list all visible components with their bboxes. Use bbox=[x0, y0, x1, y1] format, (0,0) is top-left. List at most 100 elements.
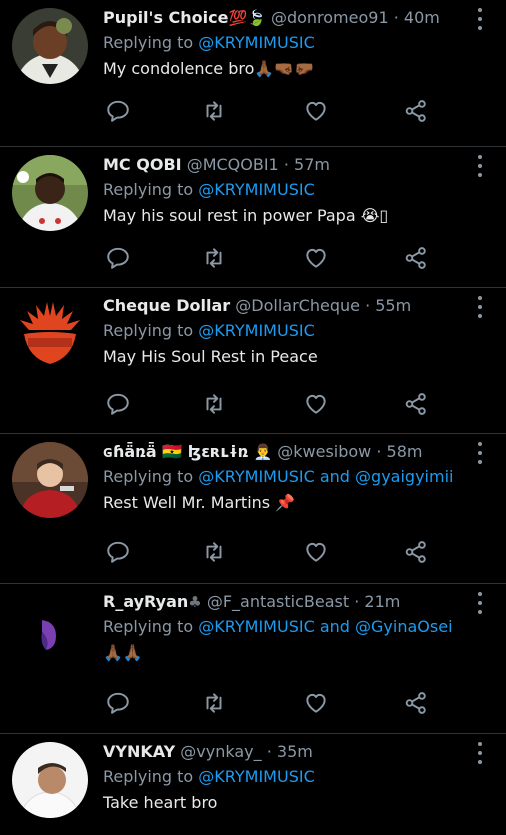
tweet-actions bbox=[103, 245, 446, 273]
display-name[interactable]: ɢɦǟռǟ 🇬🇭 ɮɛʀʟɨռ bbox=[103, 442, 248, 461]
timestamp[interactable]: 35m bbox=[277, 742, 313, 761]
tweet[interactable]: Pupil's Choice💯🍃 @donromeo91 · 40m Reply… bbox=[0, 0, 506, 147]
share-icon[interactable] bbox=[403, 690, 431, 718]
user-handle[interactable]: @vynkay_ bbox=[180, 742, 261, 761]
avatar[interactable] bbox=[12, 442, 88, 518]
mention-link[interactable]: @KRYMIMUSIC bbox=[198, 180, 314, 199]
retweet-icon[interactable] bbox=[201, 245, 229, 273]
like-icon[interactable] bbox=[303, 245, 331, 273]
avatar[interactable] bbox=[12, 742, 88, 818]
tweet-actions bbox=[103, 98, 446, 126]
timestamp[interactable]: 40m bbox=[404, 8, 440, 27]
display-name[interactable]: R_ayRyan bbox=[103, 592, 188, 611]
separator-dot: · bbox=[376, 442, 382, 461]
replying-to-line: Replying to @KRYMIMUSIC and @GyinaOsei bbox=[103, 614, 466, 640]
name-emoji: ♣ bbox=[188, 593, 202, 611]
timestamp[interactable]: 55m bbox=[375, 296, 411, 315]
mention-link[interactable]: @KRYMIMUSIC bbox=[198, 33, 314, 52]
tweet-content: MC QOBI @MCQOBI1 · 57m Replying to @KRYM… bbox=[103, 153, 466, 229]
timestamp[interactable]: 57m bbox=[294, 155, 330, 174]
avatar[interactable] bbox=[12, 296, 88, 372]
display-name[interactable]: MC QOBI bbox=[103, 155, 182, 174]
more-icon[interactable] bbox=[472, 8, 488, 30]
tweet[interactable]: MC QOBI @MCQOBI1 · 57m Replying to @KRYM… bbox=[0, 147, 506, 288]
tweet-text: Take heart bro bbox=[103, 793, 218, 812]
replying-to-label: Replying to bbox=[103, 321, 199, 340]
like-icon[interactable] bbox=[303, 98, 331, 126]
display-name[interactable]: VYNKAY bbox=[103, 742, 175, 761]
user-handle[interactable]: @MCQOBI1 bbox=[187, 155, 279, 174]
like-icon[interactable] bbox=[303, 690, 331, 718]
tweet[interactable]: VYNKAY @vynkay_ · 35m Replying to @KRYMI… bbox=[0, 734, 506, 835]
share-icon[interactable] bbox=[403, 539, 431, 567]
tweet-text: My condolence bro🙏🏾🤜🏾🤛🏾 bbox=[103, 59, 315, 78]
avatar[interactable] bbox=[12, 155, 88, 231]
name-emoji: 👨‍💼 bbox=[253, 443, 273, 461]
separator-dot: · bbox=[354, 592, 360, 611]
more-icon[interactable] bbox=[472, 155, 488, 177]
timestamp[interactable]: 21m bbox=[364, 592, 400, 611]
mention-link[interactable]: @KRYMIMUSIC bbox=[198, 617, 314, 636]
separator-dot: · bbox=[393, 8, 399, 27]
retweet-icon[interactable] bbox=[201, 391, 229, 419]
tweet[interactable]: ɢɦǟռǟ 🇬🇭 ɮɛʀʟɨռ 👨‍💼 @kwesibow · 58m Repl… bbox=[0, 434, 506, 584]
more-icon[interactable] bbox=[472, 442, 488, 464]
tweet-text: May his soul rest in power Papa 😭▯ bbox=[103, 206, 389, 225]
reply-icon[interactable] bbox=[105, 391, 133, 419]
replying-to-line: Replying to @KRYMIMUSIC bbox=[103, 318, 466, 344]
tweet[interactable]: R_ayRyan♣ @F_antasticBeast · 21m Replyin… bbox=[0, 584, 506, 734]
more-icon[interactable] bbox=[472, 742, 488, 764]
more-icon[interactable] bbox=[472, 296, 488, 318]
replying-to-line: Replying to @KRYMIMUSIC bbox=[103, 30, 466, 56]
separator-dot: · bbox=[266, 742, 272, 761]
display-name[interactable]: Pupil's Choice bbox=[103, 8, 228, 27]
mention-link[interactable]: @KRYMIMUSIC bbox=[198, 467, 314, 486]
more-icon[interactable] bbox=[472, 592, 488, 614]
reply-icon[interactable] bbox=[105, 690, 133, 718]
tweet-actions bbox=[103, 391, 446, 419]
replying-to-label: Replying to bbox=[103, 467, 199, 486]
avatar[interactable] bbox=[12, 592, 88, 668]
mention-link[interactable]: @KRYMIMUSIC bbox=[198, 321, 314, 340]
like-icon[interactable] bbox=[303, 539, 331, 567]
retweet-icon[interactable] bbox=[201, 539, 229, 567]
tweet-content: ɢɦǟռǟ 🇬🇭 ɮɛʀʟɨռ 👨‍💼 @kwesibow · 58m Repl… bbox=[103, 440, 466, 516]
mention-joiner: and bbox=[314, 617, 356, 636]
user-handle[interactable]: @kwesibow bbox=[277, 442, 371, 461]
share-icon[interactable] bbox=[403, 245, 431, 273]
tweet-text: May His Soul Rest in Peace bbox=[103, 347, 318, 366]
replying-to-line: Replying to @KRYMIMUSIC bbox=[103, 764, 466, 790]
replying-to-label: Replying to bbox=[103, 617, 199, 636]
avatar[interactable] bbox=[12, 8, 88, 84]
tweet-text: Rest Well Mr. Martins 📌 bbox=[103, 493, 296, 512]
user-handle[interactable]: @DollarCheque bbox=[235, 296, 360, 315]
reply-icon[interactable] bbox=[105, 98, 133, 126]
like-icon[interactable] bbox=[303, 391, 331, 419]
name-emoji: 💯🍃 bbox=[228, 9, 266, 27]
tweet-header: ɢɦǟռǟ 🇬🇭 ɮɛʀʟɨռ 👨‍💼 @kwesibow · 58m bbox=[103, 440, 466, 464]
tweet-content: Pupil's Choice💯🍃 @donromeo91 · 40m Reply… bbox=[103, 6, 466, 82]
reply-icon[interactable] bbox=[105, 245, 133, 273]
tweet-header: R_ayRyan♣ @F_antasticBeast · 21m bbox=[103, 590, 466, 614]
mention-link-2[interactable]: @gyaigyimii bbox=[355, 467, 453, 486]
replying-to-line: Replying to @KRYMIMUSIC and @gyaigyimii bbox=[103, 464, 466, 490]
share-icon[interactable] bbox=[403, 98, 431, 126]
share-icon[interactable] bbox=[403, 391, 431, 419]
replying-to-line: Replying to @KRYMIMUSIC bbox=[103, 177, 466, 203]
retweet-icon[interactable] bbox=[201, 690, 229, 718]
timestamp[interactable]: 58m bbox=[387, 442, 423, 461]
reply-icon[interactable] bbox=[105, 539, 133, 567]
mention-link[interactable]: @KRYMIMUSIC bbox=[198, 767, 314, 786]
separator-dot: · bbox=[283, 155, 289, 174]
tweet-actions bbox=[103, 539, 446, 567]
tweet[interactable]: Cheque Dollar @DollarCheque · 55m Replyi… bbox=[0, 288, 506, 434]
user-handle[interactable]: @F_antasticBeast bbox=[207, 592, 349, 611]
tweet-content: VYNKAY @vynkay_ · 35m Replying to @KRYMI… bbox=[103, 740, 466, 816]
tweet-content: Cheque Dollar @DollarCheque · 55m Replyi… bbox=[103, 294, 466, 370]
tweet-actions bbox=[103, 690, 446, 718]
retweet-icon[interactable] bbox=[201, 98, 229, 126]
mention-link-2[interactable]: @GyinaOsei bbox=[355, 617, 452, 636]
display-name[interactable]: Cheque Dollar bbox=[103, 296, 230, 315]
tweet-header: Cheque Dollar @DollarCheque · 55m bbox=[103, 294, 466, 318]
user-handle[interactable]: @donromeo91 bbox=[271, 8, 389, 27]
